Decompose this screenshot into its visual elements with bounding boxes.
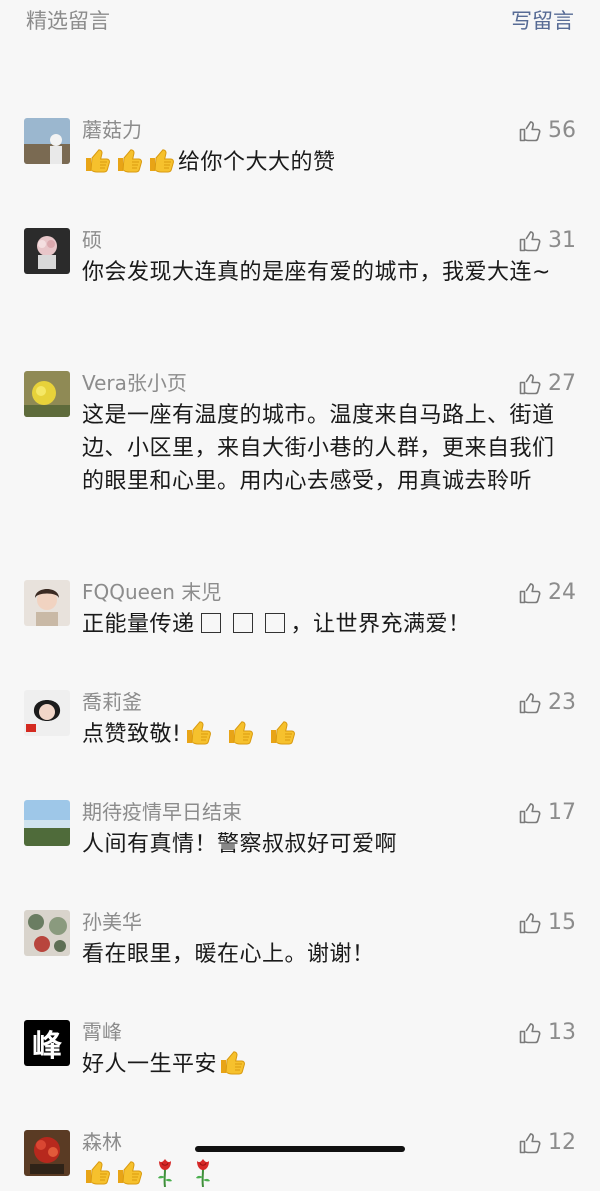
avatar[interactable] [24, 800, 70, 846]
like-count: 24 [548, 580, 576, 605]
thumbs-up-emoji-icon [267, 718, 297, 746]
comment-text: 点赞致敬! [82, 718, 568, 751]
like-count: 15 [548, 910, 576, 935]
comment-text: 给你个大大的赞 [82, 146, 568, 179]
missing-glyph-icon [200, 613, 221, 633]
avatar[interactable] [24, 580, 70, 626]
write-comment-link[interactable]: 写留言 [511, 5, 574, 35]
avatar[interactable] [24, 1130, 70, 1176]
thumbs-up-emoji-icon [225, 718, 255, 746]
commenter-name: 霄峰 [82, 1020, 122, 1044]
avatar[interactable] [24, 228, 70, 274]
comment-text: 看在眼里，暖在心上。谢谢！ [82, 942, 375, 967]
commenter-name: Vera张小页 [82, 371, 187, 395]
like-button[interactable]: 13 [518, 1021, 576, 1045]
avatar[interactable] [24, 118, 70, 164]
comment-text-part: ，让世界充满爱！ [290, 612, 471, 637]
commenter-name: 期待疫情早日结束 [82, 800, 242, 824]
like-button[interactable]: 12 [518, 1131, 576, 1155]
thumbs-up-emoji-icon [82, 146, 112, 174]
like-button[interactable]: 15 [518, 911, 576, 935]
comment-text [82, 1157, 568, 1191]
like-button[interactable]: 24 [518, 581, 576, 605]
avatar-character: 峰 [32, 1029, 62, 1064]
like-button[interactable]: 27 [518, 372, 576, 396]
like-count: 56 [548, 118, 576, 143]
thumbs-up-emoji-icon [217, 1048, 247, 1076]
thumbs-up-icon [518, 581, 542, 605]
thumbs-up-emoji-icon [114, 1158, 144, 1186]
comment-text: 人间有真情！警察叔叔好可爱啊 [82, 832, 398, 857]
comment-text-content: 给你个大大的赞 [178, 150, 336, 175]
comment-text-content: 好人一生平安 [82, 1052, 218, 1077]
avatar[interactable] [24, 910, 70, 956]
thumbs-up-emoji-icon [183, 718, 213, 746]
rose-emoji-icon [154, 1157, 176, 1187]
commenter-name: 喬莉釜 [82, 690, 142, 714]
commenter-name: 硕 [82, 228, 102, 252]
like-button[interactable]: 23 [518, 691, 576, 715]
like-count: 31 [548, 228, 576, 253]
comment-text-content: 点赞致敬! [82, 722, 182, 747]
thumbs-up-icon [518, 229, 542, 253]
thumbs-up-emoji-icon [146, 146, 176, 174]
avatar[interactable]: 峰 [24, 1020, 70, 1066]
like-count: 17 [548, 800, 576, 825]
thumbs-up-icon [518, 119, 542, 143]
thumbs-up-icon [518, 1021, 542, 1045]
thumbs-up-icon [518, 801, 542, 825]
like-button[interactable]: 17 [518, 801, 576, 825]
comment-text-part: 正能量传递 [82, 612, 195, 637]
comment-text: 这是一座有温度的城市。温度来自马路上、街道边、小区里，来自大街小巷的人群，更来自… [82, 403, 555, 494]
thumbs-up-icon [518, 911, 542, 935]
commenter-name: FQQueen 末児 [82, 580, 222, 604]
comment-text: 正能量传递 ，让世界充满爱！ [82, 608, 568, 641]
like-count: 12 [548, 1130, 576, 1155]
like-count: 13 [548, 1020, 576, 1045]
like-button[interactable]: 56 [518, 119, 576, 143]
thumbs-up-emoji-icon [114, 146, 144, 174]
commenter-name: 蘑菇力 [82, 118, 142, 142]
thumbs-up-icon [518, 1131, 542, 1155]
commenter-name: 孙美华 [82, 910, 142, 934]
avatar[interactable] [24, 690, 70, 736]
missing-glyph-icon [264, 613, 285, 633]
comment-text: 你会发现大连真的是座有爱的城市，我爱大连~ [82, 260, 551, 285]
thumbs-up-emoji-icon [82, 1158, 112, 1186]
comments-header: 精选留言 写留言 [0, 0, 600, 40]
like-count: 23 [548, 690, 576, 715]
like-count: 27 [548, 371, 576, 396]
rose-emoji-icon [192, 1157, 214, 1187]
thumbs-up-icon [518, 372, 542, 396]
like-button[interactable]: 31 [518, 229, 576, 253]
featured-comments-title: 精选留言 [26, 9, 110, 33]
missing-glyph-icon [232, 613, 253, 633]
thumbs-up-icon [518, 691, 542, 715]
avatar[interactable] [24, 371, 70, 417]
home-indicator[interactable] [195, 1146, 405, 1152]
commenter-name: 森林 [82, 1130, 122, 1154]
comment-text: 好人一生平安 [82, 1048, 568, 1081]
